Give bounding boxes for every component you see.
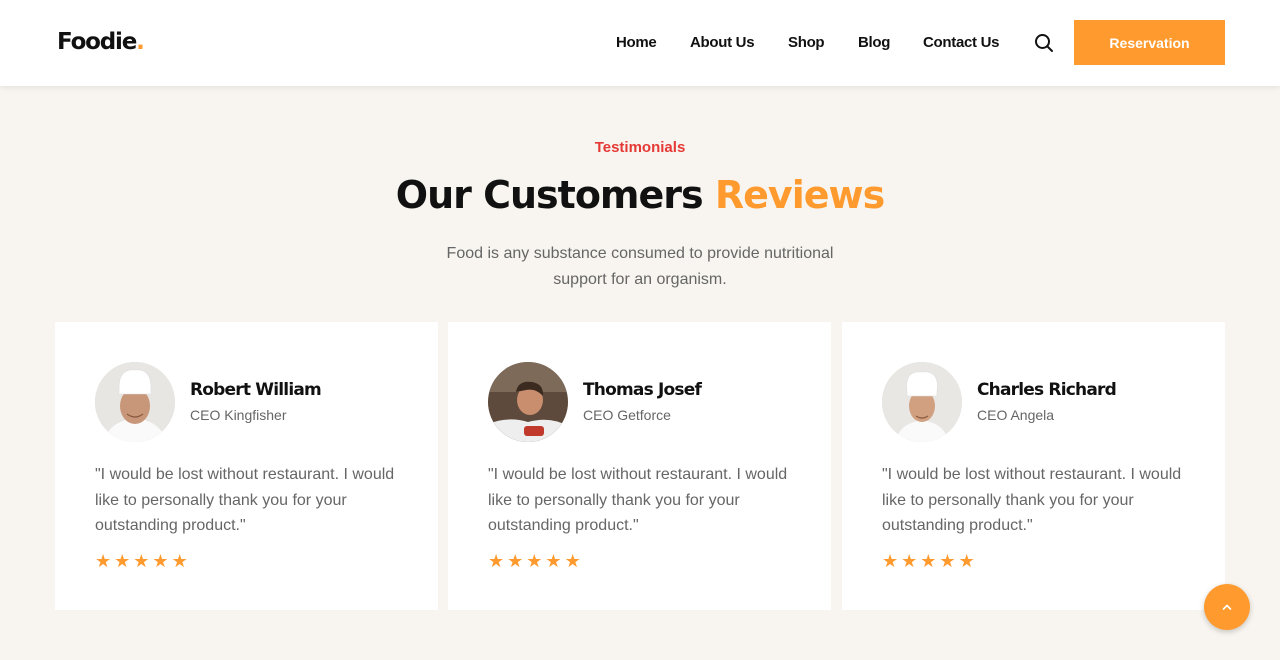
star-icon: ★ — [939, 551, 956, 572]
review-quote: "I would be lost without restaurant. I w… — [95, 466, 395, 534]
main-nav: Home About Us Shop Blog Contact Us Reser… — [0, 0, 1280, 86]
reviewer-name: Robert William — [190, 380, 322, 400]
star-icon: ★ — [901, 551, 918, 572]
star-icon: ★ — [564, 551, 581, 572]
reviewer-name: Charles Richard — [977, 380, 1117, 400]
star-icon: ★ — [958, 551, 975, 572]
star-icon: ★ — [114, 551, 131, 572]
chevron-up-icon — [1221, 601, 1233, 613]
section-title-main: Our Customers — [395, 173, 704, 217]
testimonial-card: Thomas Josef CEO Getforce "I would be lo… — [448, 322, 831, 610]
section-title: Our Customers Reviews — [0, 170, 1280, 220]
site-header: Foodie. Home About Us Shop Blog Contact … — [0, 0, 1280, 86]
testimonial-card: Robert William CEO Kingfisher "I would b… — [55, 322, 438, 610]
reviewer-name: Thomas Josef — [583, 380, 702, 400]
star-rating: ★ ★ ★ ★ ★ — [95, 550, 188, 574]
star-icon: ★ — [545, 551, 562, 572]
section-eyebrow: Testimonials — [594, 139, 686, 156]
star-icon: ★ — [882, 551, 899, 572]
star-icon: ★ — [507, 551, 524, 572]
reviewer-role: CEO Angela — [977, 407, 1055, 423]
avatar — [95, 362, 175, 442]
nav-item-about-us[interactable]: About Us — [690, 33, 755, 53]
review-quote: "I would be lost without restaurant. I w… — [882, 466, 1182, 534]
nav-item-blog[interactable]: Blog — [858, 33, 890, 53]
section-subtitle: Food is any substance consumed to provid… — [446, 245, 834, 288]
reviewer-role: CEO Kingfisher — [190, 407, 287, 423]
star-icon: ★ — [171, 551, 188, 572]
nav-item-contact-us[interactable]: Contact Us — [923, 33, 999, 53]
star-icon: ★ — [133, 551, 150, 572]
star-icon: ★ — [920, 551, 937, 572]
nav-item-home[interactable]: Home — [616, 33, 657, 53]
reviewer-role: CEO Getforce — [583, 407, 671, 423]
scroll-to-top-button[interactable] — [1204, 584, 1250, 630]
avatar — [488, 362, 568, 442]
star-icon: ★ — [152, 551, 169, 572]
avatar — [882, 362, 962, 442]
star-icon: ★ — [95, 551, 112, 572]
star-rating: ★ ★ ★ ★ ★ — [882, 550, 975, 574]
nav-item-shop[interactable]: Shop — [788, 33, 825, 53]
star-rating: ★ ★ ★ ★ ★ — [488, 550, 581, 574]
reservation-button[interactable]: Reservation — [1074, 20, 1225, 65]
review-quote: "I would be lost without restaurant. I w… — [488, 466, 788, 534]
star-icon: ★ — [488, 551, 505, 572]
search-icon[interactable] — [1033, 32, 1055, 54]
testimonial-card: Charles Richard CEO Angela "I would be l… — [842, 322, 1225, 610]
section-title-highlight: Reviews — [714, 173, 885, 217]
star-icon: ★ — [526, 551, 543, 572]
